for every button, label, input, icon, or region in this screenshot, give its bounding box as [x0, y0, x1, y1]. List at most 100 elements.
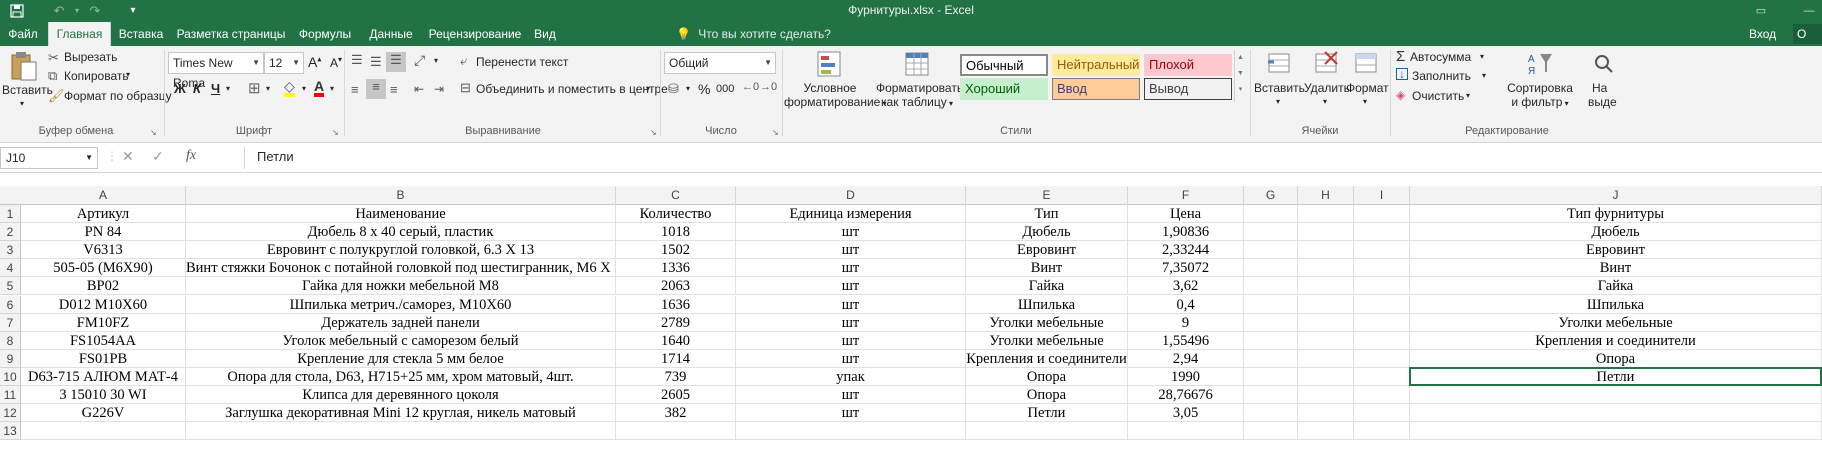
cell-f5[interactable]: 3,62 [1128, 277, 1244, 296]
decrease-indent-icon[interactable]: ⇤ [414, 82, 424, 96]
styles-scroll[interactable]: ▲ ▼ ▾ [1234, 50, 1246, 102]
cell-f13[interactable] [1128, 422, 1244, 441]
cell-h6[interactable] [1298, 295, 1354, 314]
cell-f8[interactable]: 1,55496 [1128, 331, 1244, 350]
cell-a10[interactable]: D63-715 АЛЮМ МАТ-4 [21, 367, 186, 386]
cell-j8[interactable]: Крепления и соединители [1410, 331, 1822, 350]
cell-g4[interactable] [1244, 259, 1298, 278]
sign-in-link[interactable]: Вход [1749, 22, 1776, 46]
cell-e10[interactable]: Опора [966, 367, 1128, 386]
format-cells-button[interactable]: Формат ▾ [1346, 48, 1389, 124]
cell-a4[interactable]: 505-05 (M6X90) [21, 259, 186, 278]
tab-view[interactable]: Вид [530, 22, 560, 46]
cell-f9[interactable]: 2,94 [1128, 349, 1244, 368]
cell-e12[interactable]: Петли [966, 404, 1128, 423]
row-header[interactable]: 3 [0, 241, 21, 260]
cell-b5[interactable]: Гайка для ножки мебельной M8 [186, 277, 616, 296]
column-header-c[interactable]: C [616, 186, 736, 205]
cell-g11[interactable] [1244, 386, 1298, 405]
cell-c13[interactable] [616, 422, 736, 441]
cell-f12[interactable]: 3,05 [1128, 404, 1244, 423]
column-header-h[interactable]: H [1298, 186, 1354, 205]
cell-f3[interactable]: 2,33244 [1128, 241, 1244, 260]
cell-c8[interactable]: 1640 [616, 331, 736, 350]
align-center-icon[interactable]: ≡ [366, 79, 386, 99]
column-header-i[interactable]: I [1354, 186, 1410, 205]
cell-i1[interactable] [1354, 205, 1410, 224]
align-left-icon[interactable]: ≡ [351, 82, 359, 97]
tab-page-layout[interactable]: Разметка страницы [172, 22, 290, 46]
row-header[interactable]: 9 [0, 349, 21, 368]
cell-i11[interactable] [1354, 386, 1410, 405]
cell-e8[interactable]: Уголки мебельные [966, 331, 1128, 350]
cell-h5[interactable] [1298, 277, 1354, 296]
fill-dropdown-icon[interactable]: ▾ [302, 84, 306, 93]
cell-j12[interactable] [1410, 404, 1822, 423]
cell-b1[interactable]: Наименование [186, 205, 616, 224]
tab-file[interactable]: Файл [0, 22, 46, 46]
font-size-select[interactable]: 12 ▼ [264, 52, 304, 74]
align-middle-icon[interactable]: ☰ [370, 54, 382, 70]
row-header[interactable]: 4 [0, 259, 21, 278]
row-header[interactable]: 5 [0, 277, 21, 296]
row-header[interactable]: 7 [0, 313, 21, 332]
tab-data[interactable]: Данные [362, 22, 420, 46]
cell-e2[interactable]: Дюбель [966, 223, 1128, 242]
cell-j6[interactable]: Шпилька [1410, 295, 1822, 314]
thousands-button[interactable]: 000 [716, 83, 734, 95]
cell-a7[interactable]: FM10FZ [21, 313, 186, 332]
align-top-icon[interactable]: ☰ [351, 52, 363, 68]
clear-button[interactable]: ◈ Очистить ▾ [1394, 88, 1494, 106]
cell-c5[interactable]: 2063 [616, 277, 736, 296]
column-header-j[interactable]: J [1410, 186, 1822, 205]
cell-g12[interactable] [1244, 404, 1298, 423]
merge-center-button[interactable]: ⊟ Объединить и поместить в центре ▾ [458, 79, 668, 99]
number-format-select[interactable]: Общий ▼ [664, 52, 776, 74]
tab-insert[interactable]: Вставка [112, 22, 170, 46]
cell-e7[interactable]: Уголки мебельные [966, 313, 1128, 332]
cell-h13[interactable] [1298, 422, 1354, 441]
cell-f10[interactable]: 1990 [1128, 367, 1244, 386]
borders-icon[interactable]: ⊞ [248, 79, 261, 97]
formula-input[interactable]: Петли [244, 147, 1822, 169]
increase-decimal-icon[interactable]: ←0 [742, 81, 759, 93]
cell-i9[interactable] [1354, 349, 1410, 368]
font-name-select[interactable]: Times New Roma ▼ [168, 52, 264, 90]
cell-h7[interactable] [1298, 313, 1354, 332]
tab-review[interactable]: Рецензирование [420, 22, 530, 46]
cell-j2[interactable]: Дюбель [1410, 223, 1822, 242]
ribbon-display-icon[interactable]: ▭ [1748, 1, 1774, 21]
cell-c9[interactable]: 1714 [616, 349, 736, 368]
cell-g9[interactable] [1244, 349, 1298, 368]
decrease-decimal-icon[interactable]: →0 [760, 81, 777, 93]
row-header[interactable]: 10 [0, 367, 21, 386]
cell-a11[interactable]: 3 15010 30 WI [21, 386, 186, 405]
cell-e1[interactable]: Тип [966, 205, 1128, 224]
cell-f1[interactable]: Цена [1128, 205, 1244, 224]
cell-h4[interactable] [1298, 259, 1354, 278]
cell-c3[interactable]: 1502 [616, 241, 736, 260]
cell-a6[interactable]: D012 M10X60 [21, 295, 186, 314]
scroll-up-icon[interactable]: ▲ [1235, 50, 1246, 66]
cell-h10[interactable] [1298, 367, 1354, 386]
share-button[interactable]: О [1793, 24, 1822, 44]
cell-d6[interactable]: шт [736, 295, 966, 314]
cell-j13[interactable] [1410, 422, 1822, 441]
underline-dropdown-icon[interactable]: ▾ [226, 84, 230, 93]
bold-button[interactable]: Ж [174, 81, 186, 96]
cell-c11[interactable]: 2605 [616, 386, 736, 405]
tell-me-box[interactable]: 💡 Что вы хотите сделать? [676, 22, 831, 46]
cell-j9[interactable]: Опора [1410, 349, 1822, 368]
cell-f7[interactable]: 9 [1128, 313, 1244, 332]
cell-i5[interactable] [1354, 277, 1410, 296]
cell-d7[interactable]: шт [736, 313, 966, 332]
cell-a8[interactable]: FS1054AA [21, 331, 186, 350]
copy-button[interactable]: ⧉ Копировать ▾ [46, 68, 146, 86]
cell-e13[interactable] [966, 422, 1128, 441]
cell-b13[interactable] [186, 422, 616, 441]
cell-h8[interactable] [1298, 331, 1354, 350]
cell-f2[interactable]: 1,90836 [1128, 223, 1244, 242]
align-bottom-icon[interactable]: ☰ [386, 52, 406, 72]
row-header[interactable]: 12 [0, 404, 21, 423]
cell-g6[interactable] [1244, 295, 1298, 314]
